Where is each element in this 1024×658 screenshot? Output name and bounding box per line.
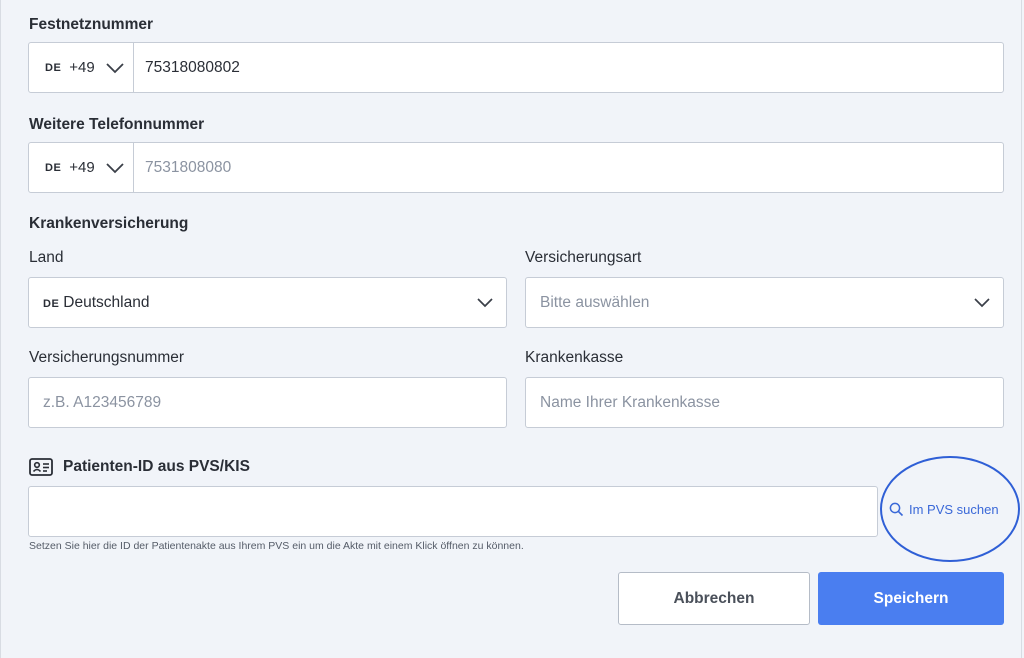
save-button[interactable]: Speichern [818, 572, 1004, 625]
insurance-number-placeholder: z.B. A123456789 [43, 393, 162, 411]
landline-input[interactable]: 75318080802 [134, 59, 240, 77]
patient-id-label: Patienten-ID aus PVS/KIS [63, 458, 250, 475]
insurance-number-input[interactable]: z.B. A123456789 [28, 377, 507, 428]
insurance-type-placeholder: Bitte auswählen [540, 293, 650, 311]
country-name: Deutschland [63, 293, 150, 311]
cancel-button[interactable]: Abbrechen [618, 572, 810, 625]
landline-country-select[interactable]: DE +49 [29, 43, 134, 92]
patient-id-hint: Setzen Sie hier die ID der Patientenakte… [29, 540, 524, 552]
insurance-type-select[interactable]: Bitte auswählen [525, 277, 1004, 328]
insurance-section-label: Krankenversicherung [29, 215, 189, 232]
provider-placeholder: Name Ihrer Krankenkasse [540, 393, 721, 411]
other-phone-label: Weitere Telefonnummer [29, 116, 205, 133]
provider-label: Krankenkasse [525, 349, 624, 366]
provider-input[interactable]: Name Ihrer Krankenkasse [525, 377, 1004, 428]
other-phone-input[interactable]: 7531808080 [134, 159, 231, 177]
insurance-type-label: Versicherungsart [525, 249, 642, 266]
insurance-number-label: Versicherungsnummer [29, 349, 185, 366]
landline-label: Festnetznummer [29, 16, 154, 33]
other-phone-country-select[interactable]: DE +49 [29, 143, 134, 192]
country-code: DE [45, 61, 62, 74]
country-code: DE [45, 161, 62, 174]
dial-code: +49 [69, 59, 95, 76]
country-label: Land [29, 249, 64, 266]
search-pvs-label: Im PVS suchen [909, 502, 999, 517]
search-icon [889, 502, 904, 517]
chevron-down-icon [974, 298, 990, 308]
other-phone-field: DE +49 7531808080 [28, 142, 1004, 193]
form-panel: Festnetznummer DE +49 75318080802 Weiter… [0, 0, 1022, 658]
country-select-value: DE Deutschland [29, 294, 476, 312]
country-code: DE [43, 297, 60, 310]
chevron-down-icon [477, 298, 493, 308]
chevron-down-icon [106, 62, 124, 73]
search-pvs-link[interactable]: Im PVS suchen [889, 502, 999, 517]
country-select[interactable]: DE Deutschland [28, 277, 507, 328]
landline-field: DE +49 75318080802 [28, 42, 1004, 93]
dial-code: +49 [69, 159, 95, 176]
chevron-down-icon [106, 162, 124, 173]
id-card-icon [29, 458, 53, 476]
patient-id-input[interactable] [28, 486, 878, 537]
